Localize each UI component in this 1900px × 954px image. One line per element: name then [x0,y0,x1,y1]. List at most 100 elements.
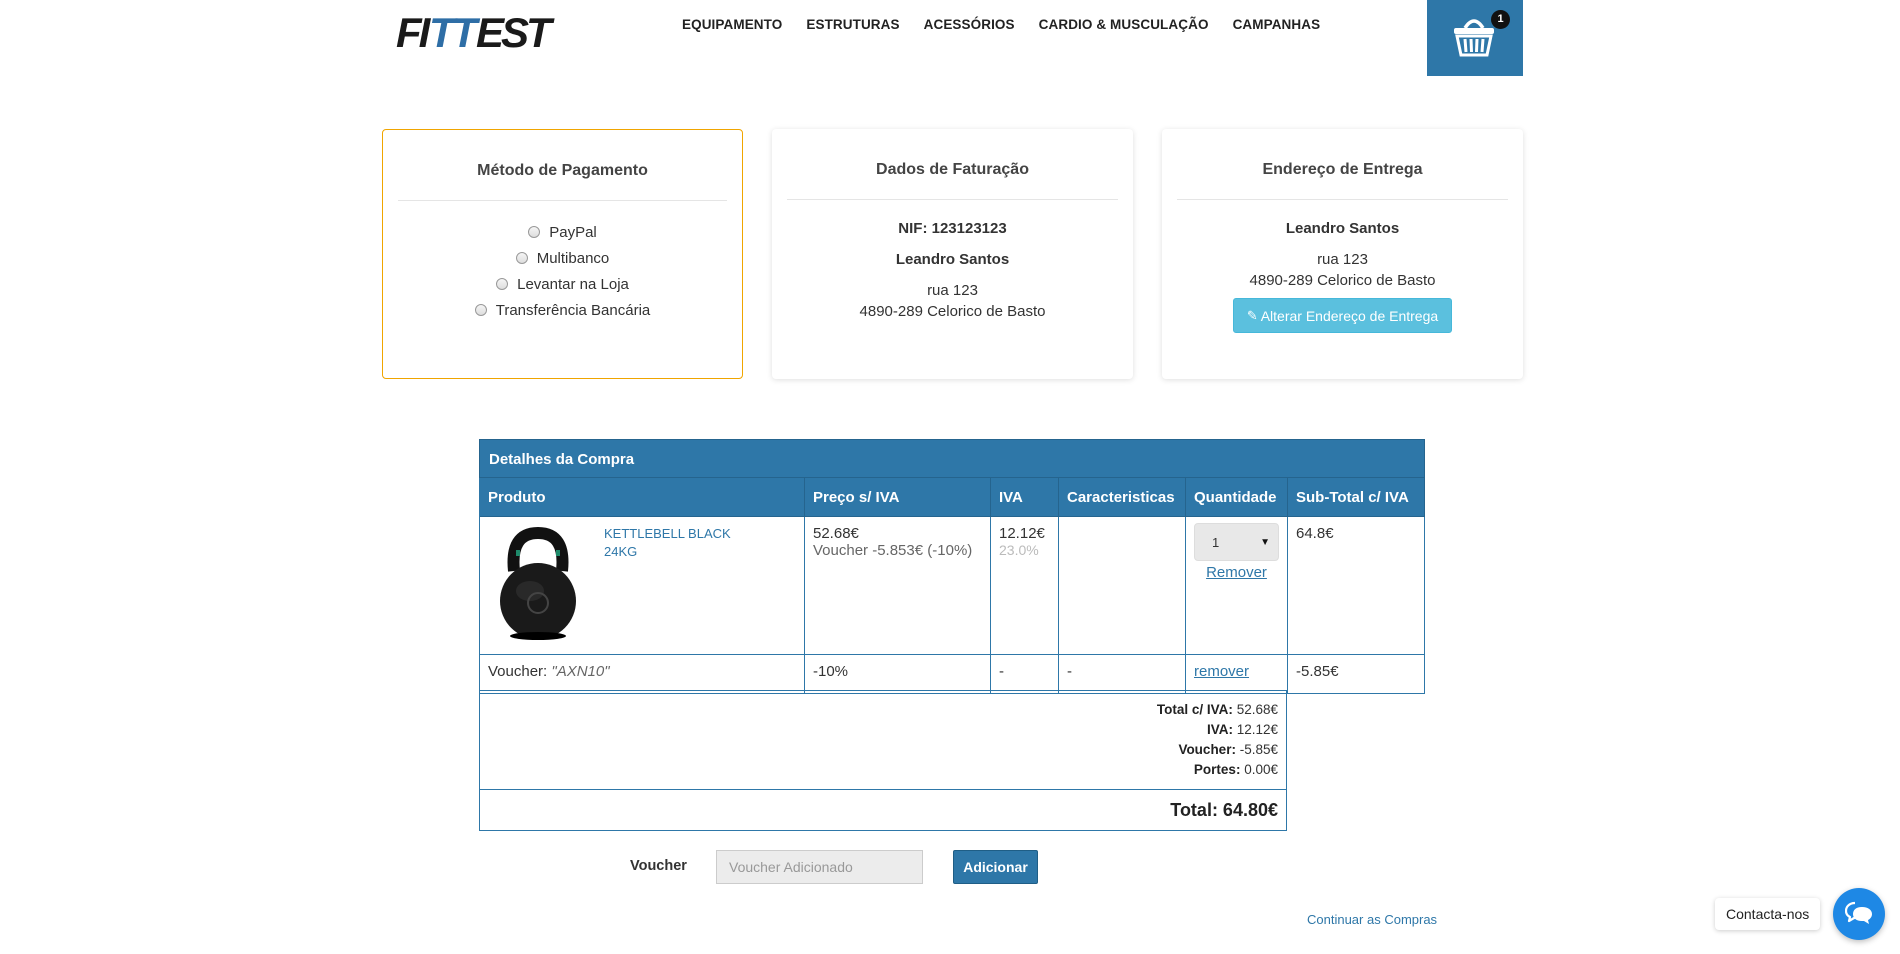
payment-option-store-pickup[interactable]: Levantar na Loja [383,271,742,297]
billing-name: Leandro Santos [895,251,1010,268]
voucher-iva: - [991,655,1059,694]
chat-label[interactable]: Contacta-nos [1715,898,1821,930]
billing-card: Dados de Faturação NIF: 123123123 Leandr… [772,129,1133,379]
table-header-row: Produto Preço s/ IVA IVA Caracteristicas… [479,478,1425,517]
subtotal-cell: 64.8€ [1288,517,1425,655]
order-totals: Total c/ IVA: 52.68€ IVA: 12.12€ Voucher… [479,690,1287,831]
nav-equipamento[interactable]: EQUIPAMENTO [682,17,782,32]
features-cell [1059,517,1186,655]
payment-option-bank-transfer[interactable]: Transferência Bancária [383,297,742,323]
add-voucher-button[interactable]: Adicionar [953,850,1038,884]
continue-shopping-link[interactable]: Continuar as Compras [1307,912,1437,927]
radio-button[interactable] [515,252,528,264]
quantity-select[interactable]: 1 ▼ [1194,523,1279,561]
table-row: Voucher: "AXN10" -10% - - remover -5.85€ [479,655,1425,694]
iva-label: IVA: [1206,722,1233,737]
chat-button[interactable] [1833,888,1885,940]
shipping-city: 4890-289 Celorico de Basto [1249,272,1436,289]
kettlebell-image[interactable] [486,523,590,641]
quantity-value: 1 [1212,534,1220,550]
voucher-remove-cell: remover [1186,655,1288,694]
price-cell: 52.68€ Voucher -5.853€ (-10%) [805,517,991,655]
payment-option-label: Levantar na Loja [517,275,629,293]
radio-button[interactable] [528,226,541,238]
voucher-discount: -10% [805,655,991,694]
divider [787,199,1118,200]
payment-method-card: Método de Pagamento PayPal Multibanco Le… [382,129,743,379]
table-row: KETTLEBELL BLACK 24KG 52.68€ Voucher -5.… [479,517,1425,655]
billing-nif: NIF: 123123123 [898,220,1007,237]
nav-campanhas[interactable]: CAMPANHAS [1233,17,1321,32]
dropdown-arrow-icon: ▼ [1260,536,1270,548]
voucher-label: Voucher: [1178,742,1236,757]
shipping-name: Leandro Santos [1285,220,1400,237]
nav-acessorios[interactable]: ACESSÓRIOS [924,17,1015,32]
change-address-label: Alterar Endereço de Entrega [1260,307,1439,324]
shipping-cost: 0.00€ [1244,762,1278,777]
voucher-row-label: Voucher: [488,663,548,680]
radio-button[interactable] [474,304,487,316]
billing-city: 4890-289 Celorico de Basto [859,303,1046,320]
nav-cardio-musculacao[interactable]: CARDIO & MUSCULAÇÃO [1039,17,1209,32]
iva-cell: 12.12€ 23.0% [991,517,1059,655]
shipping-title: Endereço de Entrega [1262,161,1423,178]
voucher-cell: Voucher: "AXN10" [480,655,805,694]
divider [1177,199,1508,200]
nav-estruturas[interactable]: ESTRUTURAS [806,17,899,32]
payment-option-paypal[interactable]: PayPal [383,219,742,245]
shipping-street: rua 123 [1317,251,1368,268]
total-with-iva: 52.68€ [1236,702,1278,717]
voucher-discount-note: Voucher -5.853€ [813,542,924,559]
product-name-link[interactable]: KETTLEBELL BLACK [604,525,731,543]
voucher-form-label: Voucher [630,858,687,874]
main-nav: EQUIPAMENTO ESTRUTURAS ACESSÓRIOS CARDIO… [682,17,1344,32]
cart-button[interactable]: 1 [1427,0,1523,76]
voucher-subtotal: -5.85€ [1288,655,1425,694]
voucher-features: - [1059,655,1186,694]
iva-rate: 23.0% [999,542,1039,558]
voucher-discount-percent: (-10%) [927,542,973,559]
divider [398,200,727,201]
column-header: Preço s/ IVA [805,478,991,517]
product-cell: KETTLEBELL BLACK 24KG [480,517,805,655]
grand-total: Total: 64.80€ [1170,800,1278,820]
change-shipping-address-button[interactable]: ✎ Alterar Endereço de Entrega [1232,298,1453,333]
svg-text:TT: TT [429,12,481,52]
chat-bubbles-icon [1845,901,1872,924]
billing-street: rua 123 [927,282,978,299]
product-iva: 12.12€ [999,525,1045,542]
total-iva-label: Total c/ IVA: [1156,702,1233,717]
payment-option-label: Multibanco [536,249,610,267]
fittest-logo[interactable]: FI TT EST [396,9,558,56]
total-voucher: -5.85€ [1239,742,1278,757]
column-header: Quantidade [1186,478,1288,517]
svg-text:EST: EST [476,12,555,52]
radio-button[interactable] [496,278,509,290]
remove-voucher-link[interactable]: remover [1194,663,1249,680]
shipping-card: Endereço de Entrega Leandro Santos rua 1… [1162,129,1523,379]
column-header: Produto [480,478,805,517]
column-header: IVA [991,478,1059,517]
site-header: FI TT EST EQUIPAMENTO ESTRUTURAS ACESSÓR… [0,0,1900,80]
billing-title: Dados de Faturação [876,161,1029,178]
payment-method-title: Método de Pagamento [477,162,648,179]
purchase-details-table: Detalhes da Compra Produto Preço s/ IVA … [479,439,1425,694]
voucher-input[interactable]: Voucher Adicionado [716,850,923,884]
quantity-cell: 1 ▼ Remover [1186,517,1288,655]
payment-option-multibanco[interactable]: Multibanco [383,245,742,271]
totals-breakdown: Total c/ IVA: 52.68€ IVA: 12.12€ Voucher… [480,691,1286,790]
product-price: 52.68€ [813,525,859,542]
payment-option-label: PayPal [549,223,597,241]
remove-product-link[interactable]: Remover [1206,564,1267,581]
payment-option-label: Transferência Bancária [495,301,651,319]
pencil-icon: ✎ [1246,307,1258,323]
svg-text:FI: FI [396,12,432,52]
table-title: Detalhes da Compra [479,439,1425,478]
column-header: Caracteristicas [1059,478,1186,517]
column-header: Sub-Total c/ IVA [1288,478,1425,517]
portes-label: Portes: [1193,762,1241,777]
product-weight-link[interactable]: 24KG [604,543,731,561]
cart-count-badge: 1 [1491,10,1510,29]
total-iva: 12.12€ [1236,722,1278,737]
voucher-code: "AXN10" [551,663,610,680]
